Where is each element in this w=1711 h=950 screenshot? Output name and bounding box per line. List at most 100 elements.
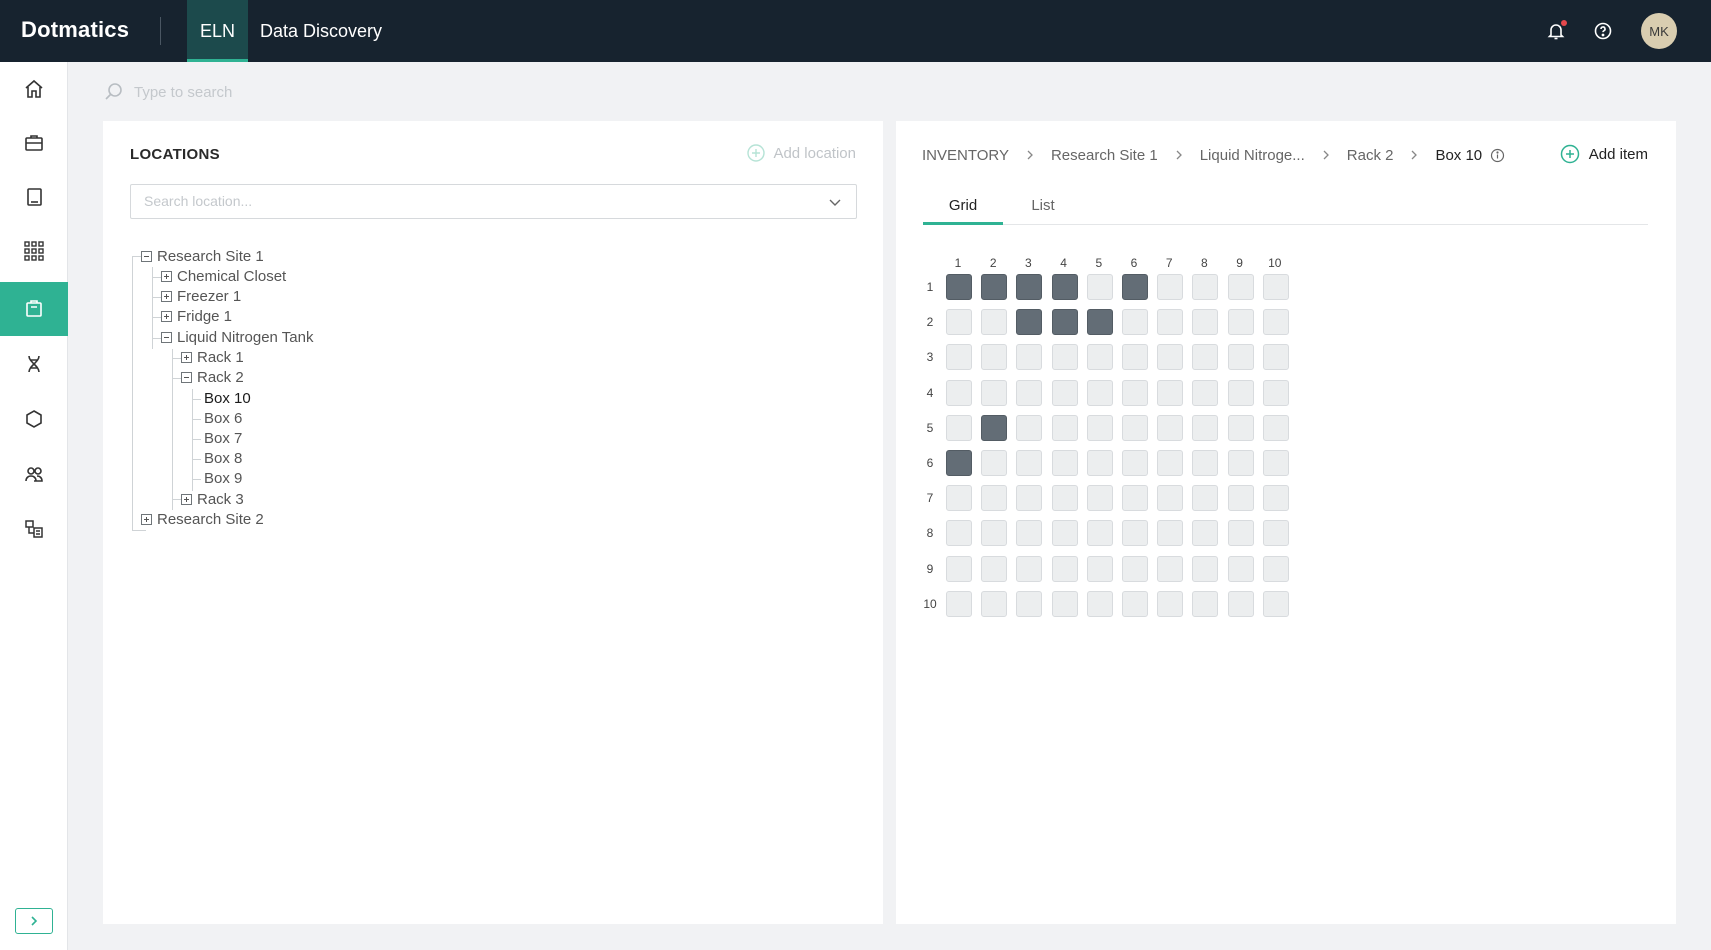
grid-cell-empty[interactable] — [1051, 485, 1078, 512]
grid-cell-empty[interactable] — [946, 414, 972, 441]
grid-cell-empty[interactable] — [1262, 344, 1289, 371]
expand-toggle-icon[interactable] — [181, 351, 192, 363]
grid-cell-empty[interactable] — [946, 379, 972, 406]
grid-cell-empty[interactable] — [1016, 450, 1043, 476]
grid-cell-empty[interactable] — [981, 555, 1008, 582]
grid-cell-occupied[interactable] — [1086, 309, 1113, 336]
grid-cell-occupied[interactable] — [981, 274, 1008, 300]
breadcrumb-inventory[interactable]: INVENTORY — [922, 147, 1009, 164]
grid-cell-empty[interactable] — [1227, 450, 1254, 476]
sidebar-item-home[interactable] — [0, 62, 68, 116]
add-item-button[interactable]: Add item — [1560, 144, 1648, 164]
grid-cell-occupied[interactable] — [1016, 309, 1043, 336]
grid-cell-empty[interactable] — [1051, 450, 1078, 476]
grid-cell-empty[interactable] — [1227, 555, 1254, 582]
collapse-toggle-icon[interactable] — [141, 250, 152, 262]
grid-cell-occupied[interactable] — [981, 414, 1008, 441]
grid-cell-empty[interactable] — [1086, 379, 1113, 406]
grid-cell-empty[interactable] — [1051, 414, 1078, 441]
grid-cell-empty[interactable] — [1016, 555, 1043, 582]
grid-cell-empty[interactable] — [1227, 590, 1254, 617]
grid-cell-empty[interactable] — [1016, 344, 1043, 371]
sidebar-item-workflow[interactable] — [0, 502, 68, 556]
grid-cell-occupied[interactable] — [1122, 274, 1148, 300]
expand-toggle-icon[interactable] — [161, 290, 172, 302]
grid-cell-empty[interactable] — [1262, 274, 1289, 300]
brand-logo[interactable]: Dotmatics — [21, 17, 129, 43]
expand-toggle-icon[interactable] — [161, 270, 172, 282]
grid-cell-empty[interactable] — [1192, 450, 1219, 476]
expand-sidebar-button[interactable] — [15, 908, 53, 934]
expand-toggle-icon[interactable] — [161, 310, 172, 322]
grid-cell-empty[interactable] — [1122, 379, 1148, 406]
grid-cell-empty[interactable] — [1192, 414, 1219, 441]
grid-cell-empty[interactable] — [1086, 274, 1113, 300]
grid-cell-empty[interactable] — [1016, 414, 1043, 441]
grid-cell-empty[interactable] — [1051, 590, 1078, 617]
grid-cell-empty[interactable] — [1227, 274, 1254, 300]
grid-cell-empty[interactable] — [1157, 414, 1184, 441]
tree-item-research-site-2[interactable]: Research Site 2 — [141, 508, 264, 530]
sidebar-item-projects[interactable] — [0, 116, 68, 170]
tree-item-rack-2[interactable]: Rack 2 — [181, 366, 244, 388]
grid-cell-empty[interactable] — [1157, 520, 1184, 547]
tree-item-box-7[interactable]: Box 7 — [204, 427, 242, 449]
tree-item-fridge-1[interactable]: Fridge 1 — [161, 305, 232, 327]
grid-cell-empty[interactable] — [1157, 309, 1184, 336]
grid-cell-empty[interactable] — [1157, 450, 1184, 476]
grid-cell-empty[interactable] — [1157, 485, 1184, 512]
grid-cell-empty[interactable] — [1262, 590, 1289, 617]
grid-cell-empty[interactable] — [946, 555, 972, 582]
tab-eln[interactable]: ELN — [187, 0, 249, 62]
grid-cell-empty[interactable] — [981, 520, 1008, 547]
grid-cell-empty[interactable] — [1122, 414, 1148, 441]
grid-cell-empty[interactable] — [1122, 520, 1148, 547]
grid-cell-empty[interactable] — [1016, 590, 1043, 617]
chevron-down-icon[interactable] — [828, 195, 842, 209]
grid-cell-empty[interactable] — [1192, 309, 1219, 336]
grid-cell-occupied[interactable] — [946, 450, 972, 476]
grid-cell-empty[interactable] — [1086, 555, 1113, 582]
tree-item-freezer-1[interactable]: Freezer 1 — [161, 285, 241, 307]
grid-cell-empty[interactable] — [1192, 555, 1219, 582]
grid-cell-empty[interactable] — [981, 379, 1008, 406]
grid-cell-empty[interactable] — [1051, 555, 1078, 582]
grid-cell-empty[interactable] — [1122, 309, 1148, 336]
grid-cell-empty[interactable] — [1262, 450, 1289, 476]
grid-cell-empty[interactable] — [1192, 379, 1219, 406]
grid-cell-empty[interactable] — [1262, 485, 1289, 512]
tree-item-box-9[interactable]: Box 9 — [204, 467, 242, 489]
grid-cell-occupied[interactable] — [1051, 309, 1078, 336]
tree-item-rack-1[interactable]: Rack 1 — [181, 346, 244, 368]
sidebar-item-apps[interactable] — [0, 224, 68, 278]
grid-cell-empty[interactable] — [1227, 520, 1254, 547]
sidebar-item-notebook[interactable] — [0, 170, 68, 224]
grid-cell-empty[interactable] — [1122, 590, 1148, 617]
breadcrumb-rack-2[interactable]: Rack 2 — [1347, 147, 1394, 164]
expand-toggle-icon[interactable] — [141, 513, 152, 525]
grid-cell-empty[interactable] — [1157, 590, 1184, 617]
grid-cell-empty[interactable] — [1192, 274, 1219, 300]
grid-cell-empty[interactable] — [1122, 344, 1148, 371]
tree-item-box-8[interactable]: Box 8 — [204, 447, 242, 469]
grid-cell-empty[interactable] — [1192, 520, 1219, 547]
add-location-button[interactable]: Add location — [747, 144, 856, 162]
grid-cell-empty[interactable] — [1086, 344, 1113, 371]
grid-cell-empty[interactable] — [1192, 344, 1219, 371]
expand-toggle-icon[interactable] — [181, 493, 192, 505]
sidebar-item-inventory[interactable] — [0, 282, 68, 336]
tree-item-box-10[interactable]: Box 10 — [204, 387, 251, 409]
tree-item-liquid-nitrogen-tank[interactable]: Liquid Nitrogen Tank — [161, 326, 313, 348]
grid-cell-empty[interactable] — [1086, 520, 1113, 547]
grid-cell-empty[interactable] — [981, 344, 1008, 371]
grid-cell-empty[interactable] — [1157, 344, 1184, 371]
grid-cell-empty[interactable] — [946, 344, 972, 371]
grid-cell-empty[interactable] — [981, 309, 1008, 336]
grid-cell-empty[interactable] — [1262, 379, 1289, 406]
grid-cell-occupied[interactable] — [1016, 274, 1043, 300]
grid-cell-empty[interactable] — [1086, 485, 1113, 512]
grid-cell-empty[interactable] — [1016, 485, 1043, 512]
bell-icon[interactable] — [1543, 18, 1569, 44]
tree-item-rack-3[interactable]: Rack 3 — [181, 488, 244, 510]
location-search-select[interactable] — [130, 184, 857, 219]
